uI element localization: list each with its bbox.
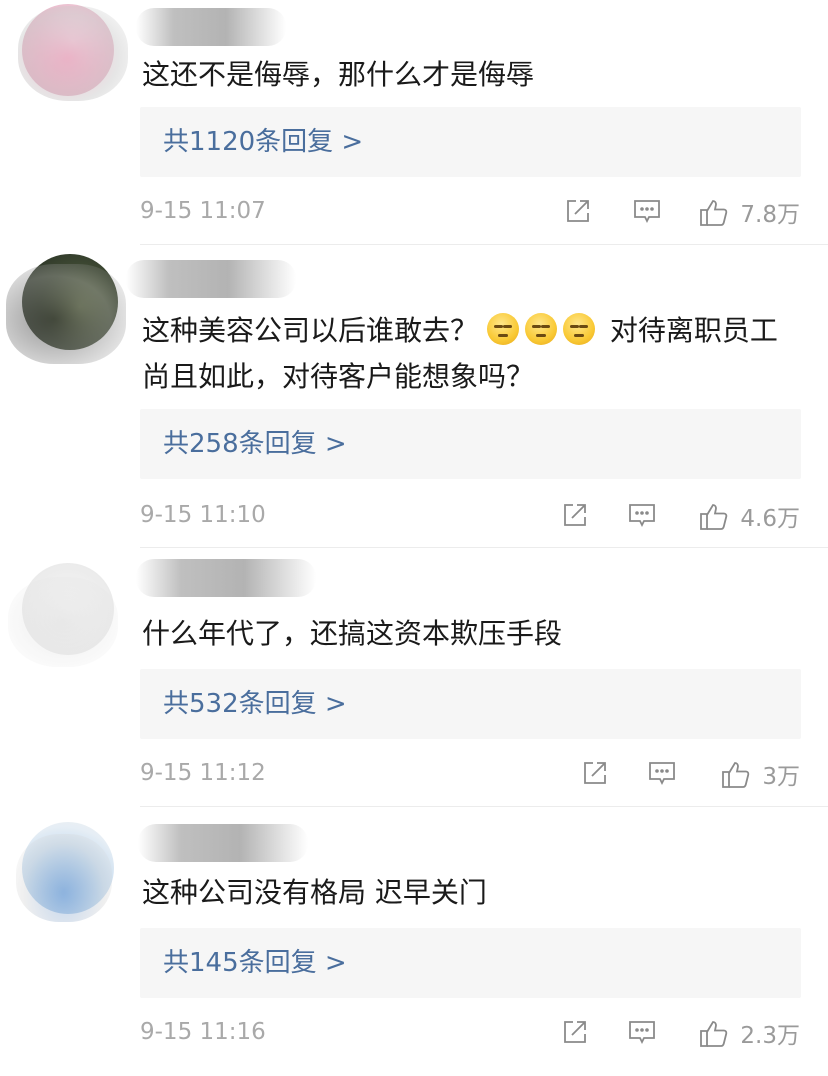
speechless-face-emoji: [486, 313, 519, 345]
replies-link[interactable]: 共1120条回复 >: [140, 107, 801, 177]
like-count: 4.6万: [740, 506, 800, 532]
avatar-blur: [18, 6, 128, 101]
speechless-face-emoji: [562, 313, 595, 345]
speechless-face-emoji: [524, 313, 557, 345]
share-icon[interactable]: [560, 1017, 590, 1047]
comment-time: 9-15 11:07: [140, 198, 266, 224]
comment-text: 这种公司没有格局 迟早关门: [142, 876, 487, 909]
like-count: 2.3万: [740, 1023, 800, 1049]
comment-meta: 9-15 11:12 3万: [140, 754, 800, 794]
comment-meta: 9-15 11:10 4.6万: [140, 496, 800, 536]
comment-icon[interactable]: [632, 196, 662, 226]
divider: [140, 806, 828, 807]
avatar-blur: [16, 834, 112, 922]
like-count: 7.8万: [740, 202, 800, 228]
username-blurred[interactable]: [138, 824, 308, 862]
divider: [140, 244, 828, 245]
comment-text: 这种美容公司以后谁敢去？ 对待离职员工尚且如此，对待客户能想象吗？: [142, 308, 792, 400]
thumbs-up-icon: [700, 200, 728, 226]
like-button[interactable]: 4.6万: [698, 496, 800, 536]
thumbs-up-icon: [700, 504, 728, 530]
like-count: 3万: [762, 764, 800, 790]
like-button[interactable]: 7.8万: [698, 192, 800, 232]
username-blurred[interactable]: [126, 260, 296, 298]
thumbs-up-icon: [700, 1021, 728, 1047]
avatar-blur: [8, 577, 118, 667]
comment-icon[interactable]: [627, 1017, 657, 1047]
comment-meta: 9-15 11:16 2.3万: [140, 1013, 800, 1053]
share-icon[interactable]: [563, 196, 593, 226]
replies-link[interactable]: 共258条回复 >: [140, 409, 801, 479]
like-button[interactable]: 2.3万: [698, 1013, 800, 1053]
comment-meta: 9-15 11:07 7.8万: [140, 192, 800, 232]
replies-link[interactable]: 共145条回复 >: [140, 928, 801, 998]
share-icon[interactable]: [560, 500, 590, 530]
comment-time: 9-15 11:16: [140, 1019, 266, 1045]
comment-text: 什么年代了，还搞这资本欺压手段: [142, 617, 563, 650]
comment-text-part: 这种美容公司以后谁敢去？: [142, 314, 479, 347]
replies-link[interactable]: 共532条回复 >: [140, 669, 801, 739]
avatar-blur: [6, 264, 126, 364]
share-icon[interactable]: [580, 758, 610, 788]
username-blurred[interactable]: [136, 8, 286, 46]
like-button[interactable]: 3万: [720, 754, 800, 794]
divider: [140, 547, 828, 548]
comment-text: 这还不是侮辱，那什么才是侮辱: [142, 58, 535, 91]
comment-time: 9-15 11:10: [140, 502, 266, 528]
username-blurred[interactable]: [136, 559, 316, 597]
comment-time: 9-15 11:12: [140, 760, 266, 786]
comment-icon[interactable]: [627, 500, 657, 530]
comment-icon[interactable]: [647, 758, 677, 788]
thumbs-up-icon: [722, 762, 750, 788]
